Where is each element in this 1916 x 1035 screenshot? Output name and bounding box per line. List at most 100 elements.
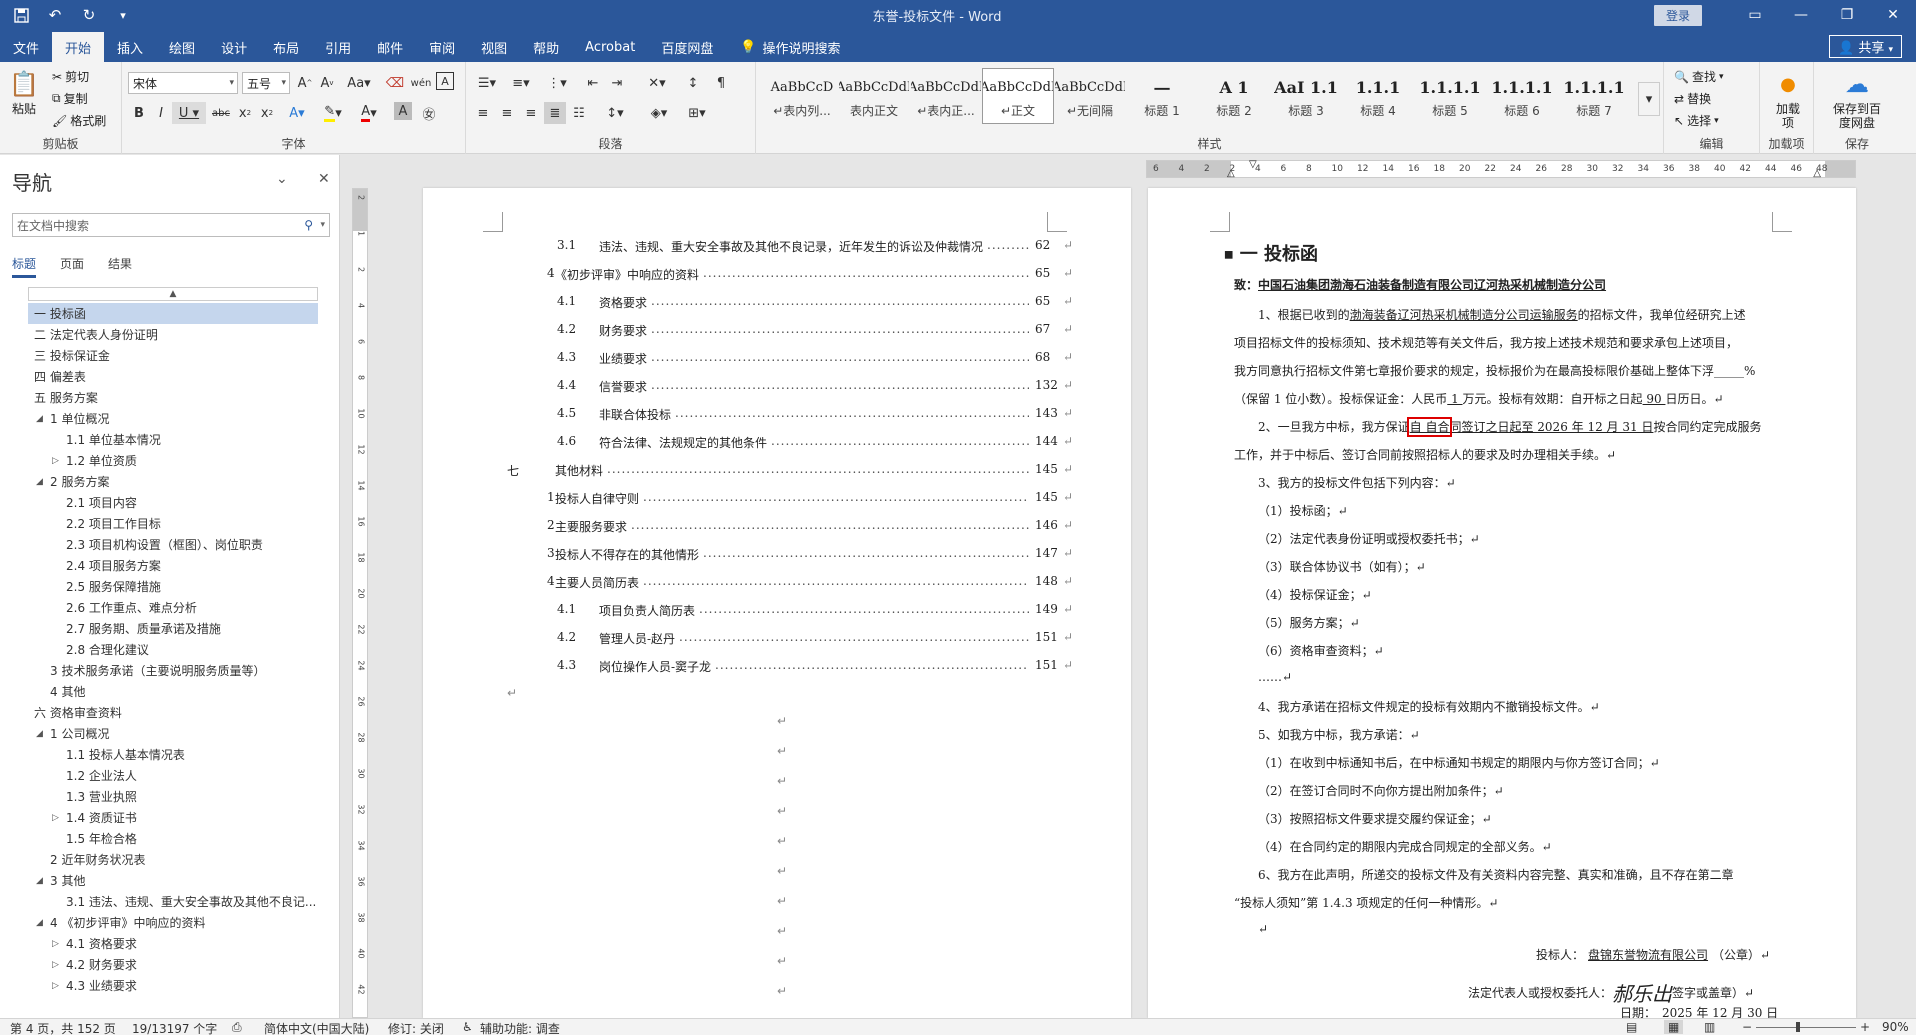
save-baidu-button[interactable]: ☁ 保存到百度网盘: [1822, 68, 1892, 130]
customize-icon[interactable]: ▾: [110, 3, 136, 27]
show-marks-icon[interactable]: ¶: [710, 72, 732, 94]
style-item[interactable]: AaBbCcD ↵表内列...: [766, 68, 838, 124]
tab-acrobat[interactable]: Acrobat: [572, 32, 648, 62]
nav-heading-item[interactable]: 2.1 项目内容: [28, 492, 318, 513]
style-item[interactable]: AaBbCcDdI ↵表内正...: [910, 68, 982, 124]
collapsed-arrow-icon[interactable]: ▷: [52, 960, 64, 970]
nav-tab-results[interactable]: 结果: [108, 255, 132, 278]
nav-heading-item[interactable]: ◢五 服务方案: [28, 387, 318, 408]
italic-icon[interactable]: I: [150, 102, 172, 124]
shrink-font-icon[interactable]: Av: [316, 72, 338, 94]
nav-heading-item[interactable]: ▷ 1.2 单位资质: [28, 450, 318, 471]
tab-baidu-netdisk[interactable]: 百度网盘: [648, 32, 726, 62]
chevron-down-icon[interactable]: ▾: [320, 220, 325, 230]
style-item[interactable]: 1.1.1.1 标题 5: [1414, 68, 1486, 124]
decrease-indent-icon[interactable]: ⇤: [582, 72, 604, 94]
chinese-layout-icon[interactable]: ✕▾: [642, 72, 672, 94]
tab-review[interactable]: 审阅: [416, 32, 468, 62]
nav-heading-item[interactable]: 1.3 营业执照: [28, 786, 318, 807]
cut-button[interactable]: ✂ 剪切: [52, 68, 89, 85]
text-effects-icon[interactable]: A▾: [282, 102, 312, 124]
style-item[interactable]: AaBbCcDdI ↵无间隔: [1054, 68, 1126, 124]
sort-icon[interactable]: ↕: [682, 72, 704, 94]
nav-heading-item[interactable]: 4 其他: [28, 681, 318, 702]
toc-entry[interactable]: 4.1 项目负责人简历表.............................…: [423, 602, 1131, 618]
numbering-icon[interactable]: ≡▾: [506, 72, 536, 94]
tab-design[interactable]: 设计: [208, 32, 260, 62]
nav-heading-item[interactable]: 1.5 年检合格: [28, 828, 318, 849]
zoom-out-icon[interactable]: −: [1742, 1020, 1752, 1034]
toc-entry[interactable]: 七 其他材料...................................…: [423, 462, 1131, 478]
nav-heading-item[interactable]: 2 近年财务状况表: [28, 849, 318, 870]
zoom-in-icon[interactable]: +: [1860, 1020, 1870, 1034]
status-accessibility[interactable]: 辅助功能: 调查: [480, 1020, 560, 1035]
character-shading-icon[interactable]: A: [394, 102, 412, 120]
web-layout-icon[interactable]: ▥: [1704, 1020, 1715, 1034]
nav-heading-item[interactable]: 2.2 项目工作目标: [28, 513, 318, 534]
zoom-level[interactable]: 90%: [1882, 1020, 1909, 1034]
align-right-icon[interactable]: ≡: [520, 102, 542, 124]
nav-options-icon[interactable]: ⌄: [276, 171, 288, 187]
tab-draw[interactable]: 绘图: [156, 32, 208, 62]
toc-entry[interactable]: 4.2 管理人员-赵丹..............................…: [423, 630, 1131, 646]
change-case-icon[interactable]: Aa▾: [344, 72, 374, 94]
nav-heading-item[interactable]: ◢ 4 《初步评审》中响应的资料: [28, 912, 318, 933]
bold-icon[interactable]: B: [128, 102, 150, 124]
collapsed-arrow-icon[interactable]: ▷: [52, 456, 64, 466]
close-icon[interactable]: ✕: [1870, 0, 1916, 30]
collapse-all-icon[interactable]: ▲: [28, 287, 318, 301]
toc-entry[interactable]: 4.3 业绩要求.................................…: [423, 350, 1131, 366]
paste-button[interactable]: 📋 粘贴: [8, 68, 40, 117]
nav-heading-item[interactable]: ▷ 1.4 资质证书: [28, 807, 318, 828]
styles-more-icon[interactable]: ▾: [1638, 82, 1660, 116]
status-track-changes[interactable]: 修订: 关闭: [388, 1020, 444, 1035]
nav-heading-item[interactable]: 三 投标保证金: [28, 345, 318, 366]
tab-help[interactable]: 帮助: [520, 32, 572, 62]
grow-font-icon[interactable]: A ^: [294, 72, 316, 94]
toc-entry[interactable]: 1 投标人自律守则................................…: [423, 490, 1131, 506]
nav-heading-item[interactable]: 1.2 企业法人: [28, 765, 318, 786]
line-spacing-icon[interactable]: ↕▾: [600, 102, 630, 124]
justify-icon[interactable]: ≣: [544, 102, 566, 124]
copy-button[interactable]: ⧉ 复制: [52, 90, 88, 107]
document-page-right[interactable]: ■ 一 投标函 致：中国石油集团渤海石油装备制造有限公司辽河热采机械制造分公司 …: [1148, 188, 1856, 1020]
select-button[interactable]: ↖ 选择 ▾: [1674, 112, 1719, 129]
nav-heading-item[interactable]: 二 法定代表人身份证明: [28, 324, 318, 345]
nav-heading-item[interactable]: ◢ 1 公司概况: [28, 723, 318, 744]
nav-heading-item[interactable]: 2.4 项目服务方案: [28, 555, 318, 576]
shading-icon[interactable]: ◈▾: [644, 102, 674, 124]
distributed-icon[interactable]: ☷: [568, 102, 590, 124]
character-border-icon[interactable]: A: [436, 72, 454, 90]
vertical-ruler[interactable]: 2 1 2 4 6 8 10 12 14 16 18 20 22 24 26 28 30 32 34 36 38 40 42: [352, 188, 368, 1018]
toc-entry[interactable]: 3 投标人不得存在的其他情形...........................…: [423, 546, 1131, 562]
nav-heading-item[interactable]: 2.3 项目机构设置（框图）、岗位职责: [28, 534, 318, 555]
style-item[interactable]: AaBbCcDdI ↵正文: [982, 68, 1054, 124]
font-size-select[interactable]: 五号 ▾: [242, 72, 290, 94]
ribbon-display-options-icon[interactable]: ▭: [1732, 0, 1778, 30]
multilevel-list-icon[interactable]: ⋮▾: [542, 72, 572, 94]
tab-file[interactable]: 文件: [0, 32, 52, 62]
nav-search-input[interactable]: 在文档中搜索 ⚲ ▾: [12, 213, 330, 237]
nav-heading-item[interactable]: ▷ 4.3 业绩要求: [28, 975, 318, 996]
tab-mailings[interactable]: 邮件: [364, 32, 416, 62]
find-button[interactable]: 🔍 查找 ▾: [1674, 68, 1724, 85]
tab-view[interactable]: 视图: [468, 32, 520, 62]
toc-entry[interactable]: 4.4 信誉要求.................................…: [423, 378, 1131, 394]
document-page-left[interactable]: ↵ 3.1 违法、违规、重大安全事故及其他不良记录，近年发生的诉讼及仲裁情况...…: [423, 188, 1131, 1018]
style-item[interactable]: AaI 1.1 标题 3: [1270, 68, 1342, 124]
clear-formatting-icon[interactable]: ⌫: [384, 72, 406, 94]
minimize-icon[interactable]: —: [1778, 0, 1824, 30]
nav-heading-item[interactable]: 2.8 合理化建议: [28, 639, 318, 660]
toc-entry[interactable]: 4.5 非联合体投标...............................…: [423, 406, 1131, 422]
enclose-characters-icon[interactable]: ㊛: [418, 102, 440, 124]
expanded-arrow-icon[interactable]: ◢: [36, 918, 48, 928]
expanded-arrow-icon[interactable]: ◢: [36, 876, 48, 886]
horizontal-ruler[interactable]: ▽ △ △ 6 4 2 2 4 6 8 10 12 14 16 18 20 22 24 26 28 30 32 34 3…: [1146, 159, 1856, 179]
tab-home[interactable]: 开始: [52, 32, 105, 62]
nav-heading-item[interactable]: ◢ 2 服务方案: [28, 471, 318, 492]
nav-tab-headings[interactable]: 标题: [12, 255, 37, 278]
style-item[interactable]: A 1 标题 2: [1198, 68, 1270, 124]
read-mode-icon[interactable]: ▤: [1626, 1020, 1637, 1034]
save-icon[interactable]: [8, 3, 34, 27]
expanded-arrow-icon[interactable]: ◢: [28, 708, 32, 718]
